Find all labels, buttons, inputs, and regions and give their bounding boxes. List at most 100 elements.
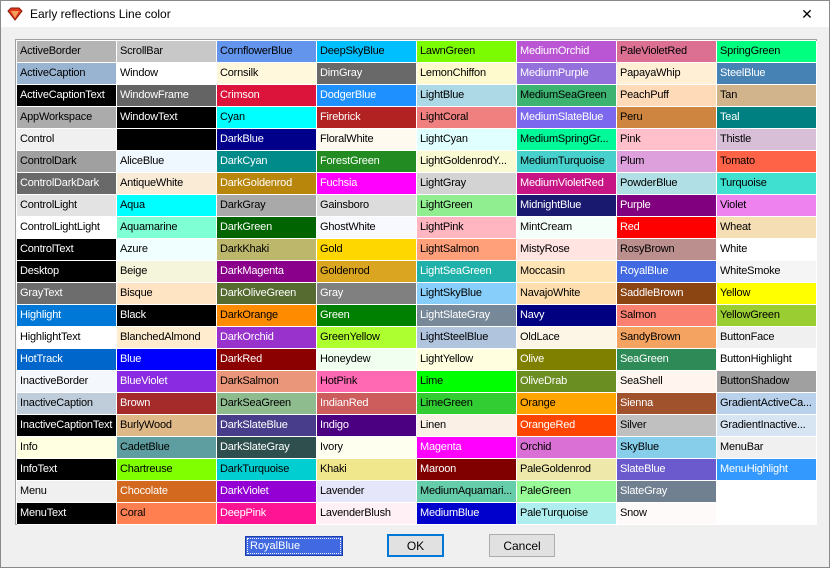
color-cell[interactable]: ControlText (17, 239, 117, 261)
color-cell[interactable]: Goldenrod (317, 261, 417, 283)
color-cell[interactable]: MenuText (17, 503, 117, 525)
color-cell[interactable]: GrayText (17, 283, 117, 305)
color-cell[interactable]: Info (17, 437, 117, 459)
color-cell[interactable]: LightPink (417, 217, 517, 239)
title-bar[interactable]: Early reflections Line color ✕ (1, 1, 829, 27)
color-cell[interactable]: HighlightText (17, 327, 117, 349)
color-cell[interactable]: ControlLight (17, 195, 117, 217)
color-cell[interactable]: MediumBlue (417, 503, 517, 525)
color-cell[interactable]: Violet (717, 195, 817, 217)
color-cell[interactable]: Peru (617, 107, 717, 129)
color-cell[interactable]: MintCream (517, 217, 617, 239)
color-cell[interactable]: Olive (517, 349, 617, 371)
color-cell[interactable]: AliceBlue (117, 151, 217, 173)
color-cell[interactable]: ActiveCaptionText (17, 85, 117, 107)
color-cell[interactable]: LightGray (417, 173, 517, 195)
color-cell[interactable]: ScrollBar (117, 41, 217, 63)
color-cell[interactable]: ControlDarkDark (17, 173, 117, 195)
color-cell[interactable]: InactiveCaptionText (17, 415, 117, 437)
color-cell[interactable]: Gold (317, 239, 417, 261)
color-cell[interactable]: Silver (617, 415, 717, 437)
color-cell[interactable]: Blue (117, 349, 217, 371)
color-cell[interactable]: GhostWhite (317, 217, 417, 239)
color-cell[interactable]: DarkCyan (217, 151, 317, 173)
color-cell[interactable]: Menu (17, 481, 117, 503)
color-cell[interactable]: DarkOrchid (217, 327, 317, 349)
color-cell[interactable]: White (717, 239, 817, 261)
color-cell[interactable]: MediumVioletRed (517, 173, 617, 195)
color-cell[interactable]: DeepPink (217, 503, 317, 525)
color-cell[interactable]: DarkTurquoise (217, 459, 317, 481)
color-cell[interactable]: FloralWhite (317, 129, 417, 151)
color-cell[interactable]: ControlLightLight (17, 217, 117, 239)
color-cell[interactable]: OliveDrab (517, 371, 617, 393)
color-cell[interactable]: OldLace (517, 327, 617, 349)
color-cell[interactable]: DarkSalmon (217, 371, 317, 393)
color-cell[interactable]: Bisque (117, 283, 217, 305)
color-cell[interactable]: PaleTurquoise (517, 503, 617, 525)
color-cell[interactable]: Turquoise (717, 173, 817, 195)
color-cell[interactable]: DimGray (317, 63, 417, 85)
color-cell[interactable]: Chartreuse (117, 459, 217, 481)
color-cell[interactable]: MistyRose (517, 239, 617, 261)
color-cell[interactable]: SlateBlue (617, 459, 717, 481)
color-cell[interactable]: GreenYellow (317, 327, 417, 349)
color-cell[interactable]: Moccasin (517, 261, 617, 283)
color-cell[interactable]: DarkRed (217, 349, 317, 371)
color-cell[interactable]: Khaki (317, 459, 417, 481)
color-cell[interactable]: HotPink (317, 371, 417, 393)
color-cell[interactable]: IndianRed (317, 393, 417, 415)
color-cell[interactable]: SlateGray (617, 481, 717, 503)
color-cell[interactable]: LawnGreen (417, 41, 517, 63)
color-cell[interactable]: Honeydew (317, 349, 417, 371)
color-cell[interactable]: Gainsboro (317, 195, 417, 217)
color-cell[interactable]: SpringGreen (717, 41, 817, 63)
color-cell[interactable]: LimeGreen (417, 393, 517, 415)
color-cell[interactable]: LightSlateGray (417, 305, 517, 327)
color-cell[interactable]: NavajoWhite (517, 283, 617, 305)
color-cell[interactable]: CadetBlue (117, 437, 217, 459)
color-cell[interactable]: DarkGoldenrod (217, 173, 317, 195)
color-cell[interactable]: CornflowerBlue (217, 41, 317, 63)
close-icon[interactable]: ✕ (785, 1, 829, 27)
color-cell[interactable]: LightCoral (417, 107, 517, 129)
color-cell[interactable]: Tomato (717, 151, 817, 173)
color-cell[interactable]: Cornsilk (217, 63, 317, 85)
color-cell[interactable]: AppWorkspace (17, 107, 117, 129)
color-cell[interactable]: SeaGreen (617, 349, 717, 371)
color-cell[interactable]: ActiveBorder (17, 41, 117, 63)
color-cell[interactable] (717, 503, 817, 525)
color-cell[interactable]: MenuHighlight (717, 459, 817, 481)
color-cell[interactable]: LightSalmon (417, 239, 517, 261)
selected-color-display[interactable]: RoyalBlue (245, 536, 343, 556)
color-cell[interactable]: Orange (517, 393, 617, 415)
color-cell[interactable]: SeaShell (617, 371, 717, 393)
color-cell[interactable]: BurlyWood (117, 415, 217, 437)
color-cell[interactable]: SkyBlue (617, 437, 717, 459)
color-cell[interactable]: DarkSlateBlue (217, 415, 317, 437)
color-cell[interactable]: PaleVioletRed (617, 41, 717, 63)
color-cell[interactable]: Pink (617, 129, 717, 151)
color-cell[interactable]: GradientInactive... (717, 415, 817, 437)
color-cell[interactable]: InactiveBorder (17, 371, 117, 393)
color-cell[interactable]: ActiveCaption (17, 63, 117, 85)
ok-button[interactable]: OK (387, 534, 444, 557)
color-cell[interactable]: Linen (417, 415, 517, 437)
color-cell[interactable]: ButtonHighlight (717, 349, 817, 371)
color-cell[interactable]: ButtonShadow (717, 371, 817, 393)
color-cell[interactable]: Aquamarine (117, 217, 217, 239)
color-cell[interactable]: Highlight (17, 305, 117, 327)
color-cell[interactable]: LightGreen (417, 195, 517, 217)
color-cell[interactable] (117, 129, 217, 151)
color-cell[interactable]: Sienna (617, 393, 717, 415)
color-cell[interactable]: Chocolate (117, 481, 217, 503)
color-cell[interactable]: LightCyan (417, 129, 517, 151)
color-cell[interactable]: MediumAquamari... (417, 481, 517, 503)
color-cell[interactable]: BlueViolet (117, 371, 217, 393)
color-cell[interactable]: DarkGray (217, 195, 317, 217)
color-cell[interactable]: Brown (117, 393, 217, 415)
color-cell[interactable]: WhiteSmoke (717, 261, 817, 283)
color-cell[interactable]: InactiveCaption (17, 393, 117, 415)
color-cell[interactable]: PapayaWhip (617, 63, 717, 85)
color-cell[interactable]: Purple (617, 195, 717, 217)
